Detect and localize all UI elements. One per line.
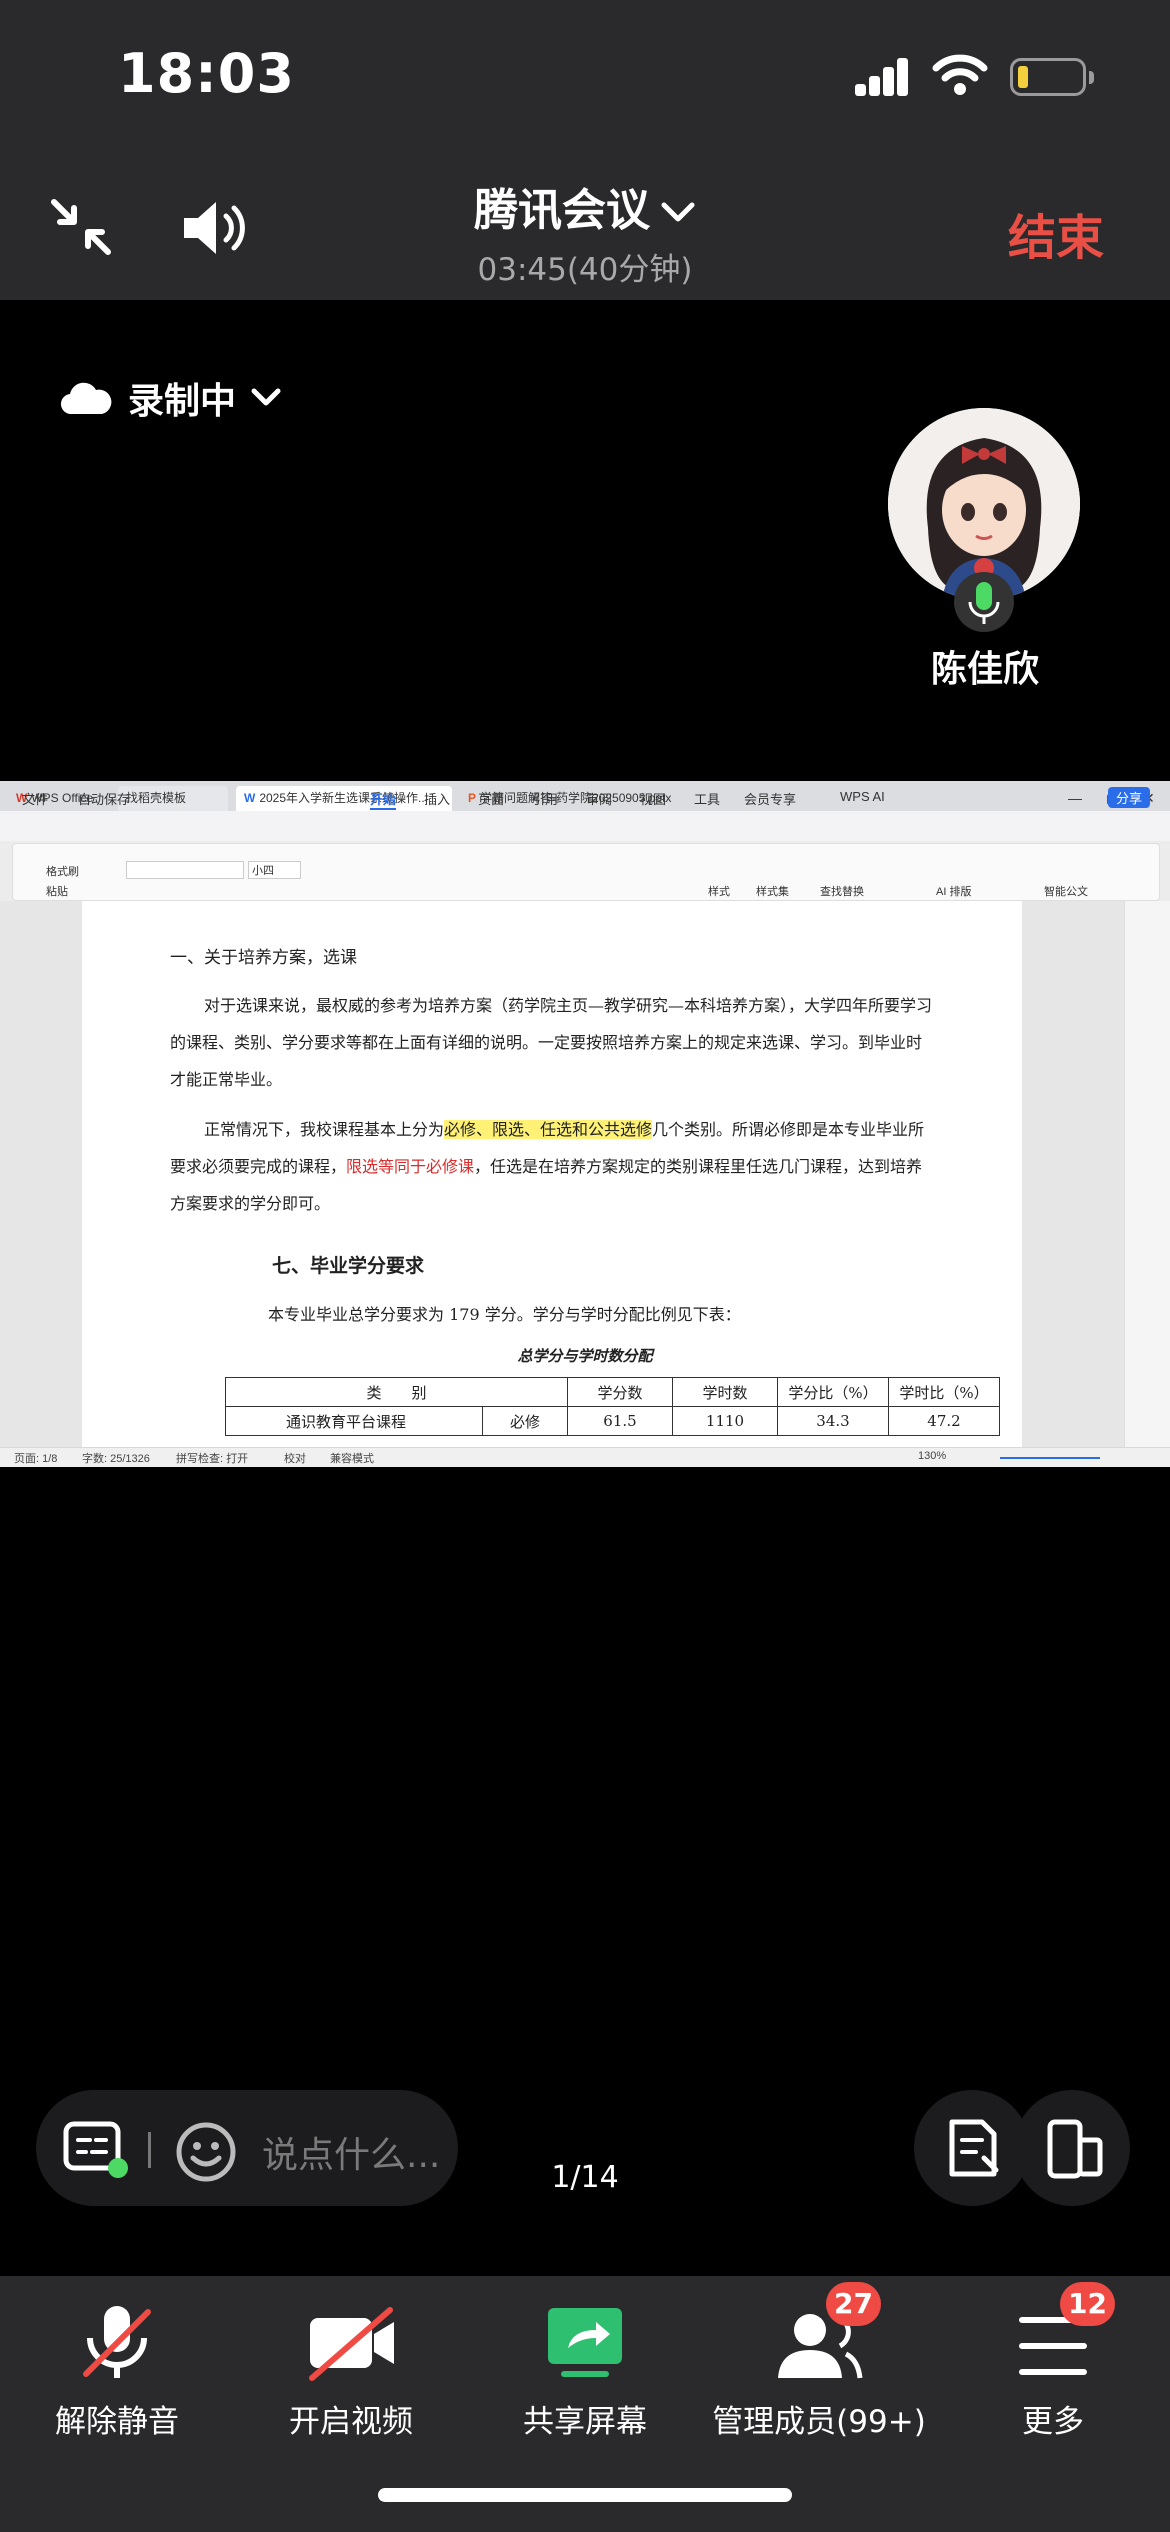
wifi-icon [932, 54, 988, 95]
doc-paragraph-3: 本专业毕业总学分要求为 179 学分。学分与学时分配比例见下表： [268, 1305, 741, 1324]
styles-button[interactable]: 样式 [708, 883, 730, 899]
video-off-icon [309, 2307, 394, 2381]
members-icon [778, 2313, 863, 2379]
end-meeting-button[interactable]: 结束 [1008, 198, 1104, 268]
more-button[interactable]: 更多 [936, 2276, 1170, 2466]
cellular-signal-icon [855, 58, 909, 96]
menu-home[interactable]: 开始 [370, 789, 397, 810]
format-painter-button[interactable]: 格式刷 [46, 863, 79, 879]
shared-screen[interactable]: W WPS Office 找稻壳模板 W 2025年入学新生选课系统操作... P学… [0, 781, 1170, 1467]
unmute-button[interactable]: 解除静音 [0, 2276, 234, 2466]
table-header: 学时比（%） [888, 1377, 1000, 1407]
wps-menu-bar [0, 811, 1170, 841]
tab-doc-active[interactable]: W 2025年入学新生选课系统操作... [236, 786, 452, 811]
video-label: 开启视频 [289, 2404, 413, 2440]
status-words[interactable]: 字数: 25/1326 [82, 1450, 150, 1466]
find-replace-button[interactable]: 查找替换 [820, 883, 864, 899]
more-badge: 12 [1060, 2282, 1115, 2326]
doc-margin-left [0, 901, 82, 1467]
status-spellcheck[interactable]: 拼写检查: 打开 [176, 1450, 248, 1466]
device-icon [1047, 2119, 1103, 2179]
chevron-down-icon [251, 388, 281, 406]
mic-muted-icon [83, 2306, 151, 2378]
start-video-button[interactable]: 开启视频 [234, 2276, 468, 2466]
share-screen-button[interactable]: 共享屏幕 [468, 2276, 702, 2466]
font-name-select[interactable] [126, 861, 244, 879]
cloud-icon [60, 382, 112, 415]
page-indicator: 1/14 [551, 2160, 619, 2195]
battery-icon [1010, 58, 1094, 96]
menu-tools[interactable]: 工具 [694, 789, 720, 808]
subtitle-icon[interactable] [62, 2120, 132, 2182]
doc-paragraph-2: 正常情况下，我校课程基本上分为必修、限选、任选和公共选修几个类别。所谓必修即是本… [170, 1120, 925, 1213]
right-tool-strip[interactable] [1124, 901, 1170, 1467]
switch-device-button[interactable] [1014, 2090, 1130, 2206]
chat-divider [148, 2132, 151, 2168]
meeting-title[interactable]: 腾讯会议 [0, 174, 1170, 238]
notes-button[interactable] [914, 2090, 1030, 2206]
table-header: 学分比（%） [777, 1377, 889, 1407]
menu-page[interactable]: 页面 [478, 789, 504, 808]
participant-name: 陈佳欣 [930, 649, 1039, 690]
manage-members-button[interactable]: 管理成员(99+) [702, 2276, 936, 2466]
highlighted-text: 必修、限选、任选和公共选修 [444, 1120, 653, 1139]
status-time: 18:03 [118, 42, 295, 105]
menu-autosave[interactable]: 自动保存 [78, 789, 130, 808]
menu-wps-ai[interactable]: WPS AI [840, 789, 885, 804]
doc-heading-1: 一、关于培养方案，选课 [170, 948, 357, 968]
unmute-label: 解除静音 [55, 2404, 179, 2440]
more-label: 更多 [1022, 2404, 1084, 2440]
menu-insert[interactable]: 插入 [424, 789, 450, 808]
credit-table: 类 别 学分数 学时数 学分比（%） 学时比（%） 通识教育平台课程 必修 61… [225, 1377, 1000, 1436]
doc-heading-2: 七、毕业学分要求 [272, 1255, 425, 1277]
style-set-button[interactable]: 样式集 [756, 883, 789, 899]
home-indicator[interactable] [378, 2488, 792, 2502]
ai-layout-button[interactable]: AI 排版 [936, 883, 971, 899]
font-size-select[interactable]: 小四 [248, 861, 301, 879]
doc-paragraph-1: 对于选课来说，最权威的参考为培养方案（药学院主页—教学研究—本科培养方案），大学… [170, 996, 933, 1089]
members-label: 管理成员(99+) [712, 2404, 926, 2440]
status-page[interactable]: 页面: 1/8 [14, 1450, 57, 1466]
members-badge: 27 [826, 2282, 881, 2326]
menu-reference[interactable]: 引用 [532, 789, 558, 808]
chevron-down-icon [660, 185, 696, 236]
menu-member[interactable]: 会员专享 [744, 789, 796, 808]
table-header-row: 类 别 学分数 学时数 学分比（%） 学时比（%） [225, 1377, 1000, 1407]
table-row: 通识教育平台课程 必修 61.5 1110 34.3 47.2 [225, 1406, 1000, 1436]
chat-placeholder[interactable]: 说点什么... [262, 2126, 440, 2178]
status-proof[interactable]: 校对 [284, 1450, 306, 1466]
share-screen-icon [548, 2308, 622, 2377]
notes-icon [949, 2119, 999, 2177]
recording-indicator[interactable]: 录制中 [60, 372, 282, 424]
mic-icon [954, 572, 1014, 632]
table-header: 类 别 [225, 1377, 568, 1407]
paste-button[interactable]: 粘贴 [46, 883, 68, 899]
meeting-timer: 03:45(40分钟) [477, 252, 693, 288]
menu-view[interactable]: 视图 [640, 789, 666, 808]
meeting-title-text: 腾讯会议 [474, 185, 650, 236]
recording-label: 录制中 [128, 381, 237, 422]
emoji-icon[interactable] [174, 2120, 238, 2184]
red-text: 限选等同于必修课 [346, 1157, 475, 1176]
status-zoom[interactable]: 130% [918, 1450, 946, 1462]
menu-icon [1019, 2317, 1087, 2375]
table-title: 总学分与学时数分配 [517, 1347, 653, 1365]
share-doc-button[interactable]: 分享 [1108, 787, 1151, 808]
menu-review[interactable]: 审阅 [586, 789, 612, 808]
share-label: 共享屏幕 [523, 2404, 647, 2440]
menu-file[interactable]: 文件 [22, 789, 48, 808]
zoom-slider[interactable] [1000, 1457, 1100, 1459]
table-header: 学分数 [567, 1377, 673, 1407]
status-compat: 兼容模式 [330, 1453, 374, 1465]
tab-template[interactable]: 找稻壳模板 [118, 786, 228, 811]
table-header: 学时数 [672, 1377, 778, 1407]
smart-doc-button[interactable]: 智能公文 [1044, 883, 1088, 899]
